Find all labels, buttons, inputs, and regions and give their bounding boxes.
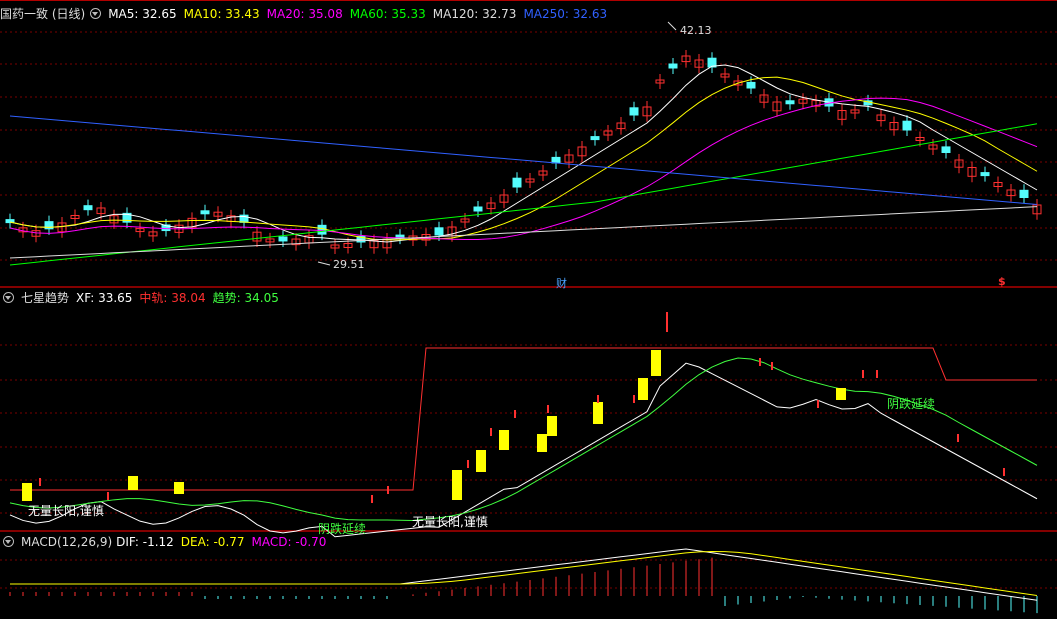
dropdown-icon[interactable] bbox=[3, 292, 14, 303]
low-pointer bbox=[317, 261, 331, 266]
ma20-label: MA20: 35.08 bbox=[266, 7, 343, 21]
ma120-line bbox=[9, 206, 1038, 259]
signal-bar bbox=[174, 482, 184, 494]
xf-label: XF: 33.65 bbox=[76, 291, 133, 305]
candle-body bbox=[590, 136, 600, 141]
candle-body bbox=[902, 120, 912, 131]
ma250-line bbox=[9, 115, 1038, 205]
middle-rail-label: 中轨: 38.04 bbox=[139, 291, 206, 305]
signal-bar bbox=[499, 430, 509, 450]
signal-bar bbox=[476, 450, 486, 472]
candle-body bbox=[1019, 189, 1029, 199]
ma60-line bbox=[9, 123, 1038, 266]
price-panel bbox=[5, 21, 1042, 266]
candle-body bbox=[434, 227, 444, 236]
signal-bar bbox=[638, 378, 648, 400]
candle-body bbox=[980, 172, 990, 177]
macd-value-label: MACD: -0.70 bbox=[251, 535, 327, 549]
candle-body bbox=[629, 107, 639, 116]
candle-body bbox=[278, 236, 288, 242]
signal-bar bbox=[547, 416, 557, 436]
candle-body bbox=[317, 224, 327, 235]
macd-title[interactable]: MACD(12,26,9) bbox=[21, 535, 112, 549]
dividend-event-marker[interactable]: $ bbox=[998, 275, 1006, 288]
ma5-label: MA5: 32.65 bbox=[108, 7, 177, 21]
trend-title[interactable]: 七星趋势 bbox=[21, 291, 69, 305]
trend-line bbox=[9, 357, 1038, 521]
annotation-low-volume-warning: 无量长阳,谨慎 bbox=[412, 515, 488, 529]
candle-body bbox=[200, 210, 210, 215]
signal-bar bbox=[452, 470, 462, 500]
ma120-label: MA120: 32.73 bbox=[432, 7, 517, 21]
candle-body bbox=[551, 156, 561, 164]
signal-bar bbox=[128, 476, 138, 490]
candle-body bbox=[668, 63, 678, 69]
stock-title[interactable]: 国药一致 (日线) bbox=[0, 7, 85, 21]
ma60-label: MA60: 35.33 bbox=[349, 7, 426, 21]
trend-label: 趋势: 34.05 bbox=[212, 291, 279, 305]
finance-event-marker[interactable]: 财 bbox=[556, 275, 567, 291]
high-pointer bbox=[667, 21, 677, 31]
ma20-line bbox=[9, 97, 1038, 241]
candle-body bbox=[512, 177, 522, 188]
signal-bar bbox=[651, 350, 661, 376]
dea-label: DEA: -0.77 bbox=[180, 535, 245, 549]
trend-panel bbox=[9, 312, 1038, 538]
ma10-line bbox=[9, 76, 1038, 241]
macd-panel bbox=[9, 548, 1038, 614]
xf-line bbox=[9, 362, 1038, 538]
signal-bar bbox=[836, 388, 846, 400]
ma250-label: MA250: 32.63 bbox=[523, 7, 608, 21]
high-price-marker: 42.13 bbox=[680, 24, 712, 37]
annotation-continued-decline: 阴跌延续 bbox=[887, 397, 936, 411]
signal-bar bbox=[593, 402, 603, 424]
low-price-marker: 29.51 bbox=[333, 258, 365, 271]
macd-panel-header: MACD(12,26,9) DIF: -1.12 DEA: -0.77 MACD: -… bbox=[0, 534, 333, 550]
dea-line bbox=[10, 550, 1038, 597]
candle-body bbox=[746, 81, 756, 89]
trend-panel-header: 七星趋势 XF: 33.65 中轨: 38.04 趋势: 34.05 bbox=[0, 290, 286, 306]
candle-body bbox=[785, 100, 795, 105]
annotation-low-volume-warning: 无量长阳,谨慎 bbox=[28, 504, 104, 518]
ma10-label: MA10: 33.43 bbox=[183, 7, 260, 21]
candle-body bbox=[473, 206, 483, 212]
dif-label: DIF: -1.12 bbox=[116, 535, 174, 549]
middle-rail-line bbox=[10, 347, 1037, 491]
candle-body bbox=[941, 146, 951, 153]
dropdown-icon[interactable] bbox=[90, 8, 102, 19]
price-panel-header: 国药一致 (日线) MA5: 32.65 MA10: 33.43 MA20: 35.0… bbox=[0, 6, 614, 22]
dif-line bbox=[10, 548, 1038, 601]
chart-canvas[interactable] bbox=[0, 0, 1057, 619]
dropdown-icon[interactable] bbox=[3, 536, 14, 547]
signal-bar bbox=[537, 434, 547, 452]
candle-body bbox=[83, 205, 93, 211]
signal-bar bbox=[22, 483, 32, 501]
